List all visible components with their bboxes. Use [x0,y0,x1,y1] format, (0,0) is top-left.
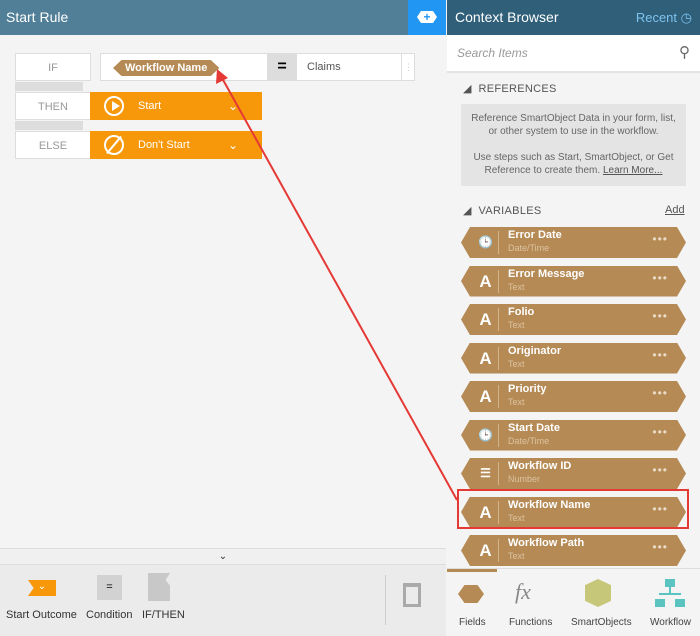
search-input[interactable]: Search Items ⚲ [447,35,700,73]
variable-item[interactable]: A Folio Text ••• [461,304,686,335]
tab-smartobjects[interactable]: SmartObjects [571,617,632,628]
browser-tabs: Fields fx Functions SmartObjects Workflo… [447,568,700,636]
text-icon: A [473,269,499,293]
fields-icon[interactable] [458,585,484,603]
clock-icon: ◷ [680,10,692,25]
more-options-icon[interactable]: ••• [652,540,668,554]
condition-icon[interactable]: = [97,575,122,600]
active-tab-indicator [447,569,497,572]
smartobjects-icon[interactable] [585,579,611,607]
value-field[interactable]: Claims [307,54,341,80]
variable-item[interactable]: A Workflow Path Text ••• [461,535,686,566]
variable-item[interactable]: 🕒 Start Date Date/Time ••• [461,419,686,451]
rule-header: Start Rule [0,0,446,35]
page-title: Start Rule [6,9,69,25]
variables-heading[interactable]: ◢ VARIABLES [463,204,542,217]
variable-type: Date/Time [508,435,550,446]
more-options-icon[interactable]: ••• [652,386,668,400]
recent-label: Recent [635,10,678,25]
variables-label: VARIABLES [478,205,542,217]
chevron-down-icon[interactable]: ⌄ [228,131,238,159]
then-label: THEN [15,92,91,120]
variable-type: Text [508,397,525,407]
play-icon [104,96,124,116]
chevron-down-icon[interactable]: ⌄ [228,92,238,120]
start-outcome-tool[interactable]: Start Outcome [6,609,77,621]
variable-name: Workflow ID [508,460,572,472]
variable-item[interactable]: A Priority Text ••• [461,381,686,412]
more-options-icon[interactable]: ••• [652,309,668,323]
variable-name: Start Date [508,421,560,434]
references-heading[interactable]: ◢ REFERENCES [463,82,557,95]
variable-type: Text [508,281,525,292]
equals-operator[interactable]: = [267,54,297,80]
ifthen-tool[interactable]: IF/THEN [142,609,185,621]
text-icon: A [473,385,499,408]
references-info: Reference SmartObject Data in your form,… [461,104,686,186]
tab-fields[interactable]: Fields [459,617,486,628]
collapse-toggle[interactable]: ⌄ [0,548,446,565]
workflow-name-token[interactable]: Workflow Name [113,60,220,76]
no-start-icon [104,135,124,155]
context-browser-header: Context Browser Recent ◷ [447,0,700,35]
more-options-icon[interactable]: ••• [652,232,668,246]
drag-handle[interactable]: ⋮ [401,54,415,80]
learn-more-link[interactable]: Learn More... [603,165,662,176]
references-text: Reference SmartObject Data in your form,… [471,113,676,137]
else-label: ELSE [15,131,91,159]
variable-type: Number [508,474,541,484]
connector [15,82,83,91]
search-icon[interactable]: ⚲ [679,35,690,71]
number-icon: ☰ [473,462,499,485]
variable-name: Originator [508,344,562,357]
datetime-icon: 🕒 [473,231,499,254]
plus-icon: + [417,11,437,23]
variable-name: Priority [508,383,547,395]
then-outcome[interactable]: Start ⌄ [90,92,262,120]
variable-type: Text [508,551,525,561]
divider [385,575,386,625]
variable-name: Workflow Path [508,537,585,549]
more-options-icon[interactable]: ••• [652,425,668,439]
variable-type: Date/Time [508,243,550,253]
text-icon: A [473,308,499,331]
connector [15,121,83,130]
datetime-icon: 🕒 [473,423,499,447]
else-outcome-label: Don't Start [138,139,190,151]
if-label: IF [15,53,91,81]
variable-item[interactable]: A Error Message Text ••• [461,265,686,297]
more-options-icon[interactable]: ••• [652,348,668,362]
context-browser-title: Context Browser [455,9,559,25]
trash-icon[interactable] [403,583,421,607]
variable-type: Text [508,320,525,330]
variable-name: Error Date [508,229,562,241]
add-variable-link[interactable]: Add [665,204,685,216]
workflow-icon[interactable] [655,579,685,609]
tab-workflow[interactable]: Workflow [650,617,691,628]
variable-type: Text [508,358,525,369]
highlight-box [457,489,689,529]
start-outcome-icon[interactable]: ⌄ [28,580,56,596]
text-icon: A [473,539,499,562]
condition-tool[interactable]: Condition [86,609,132,621]
text-icon: A [473,346,499,370]
variable-item[interactable]: 🕒 Error Date Date/Time ••• [461,227,686,258]
more-options-icon[interactable]: ••• [652,271,668,285]
toolbox: ⌄ Start Outcome = Condition IF/THEN [0,565,446,636]
more-options-icon[interactable]: ••• [652,463,668,477]
variable-item[interactable]: A Originator Text ••• [461,342,686,374]
variable-name: Folio [508,306,535,318]
condition-row[interactable]: Workflow Name = Claims ⋮ [100,53,415,81]
ifthen-icon[interactable] [148,573,170,601]
search-placeholder: Search Items [457,46,528,60]
variable-name: Error Message [508,267,585,280]
recent-button[interactable]: Recent ◷ [636,0,692,35]
tab-functions[interactable]: Functions [509,617,552,628]
else-outcome[interactable]: Don't Start ⌄ [90,131,262,159]
add-button[interactable]: + [408,0,446,35]
functions-icon[interactable]: fx [515,579,531,605]
references-label: REFERENCES [478,83,557,95]
variable-item[interactable]: ☰ Workflow ID Number ••• [461,458,686,489]
then-outcome-label: Start [138,100,162,112]
